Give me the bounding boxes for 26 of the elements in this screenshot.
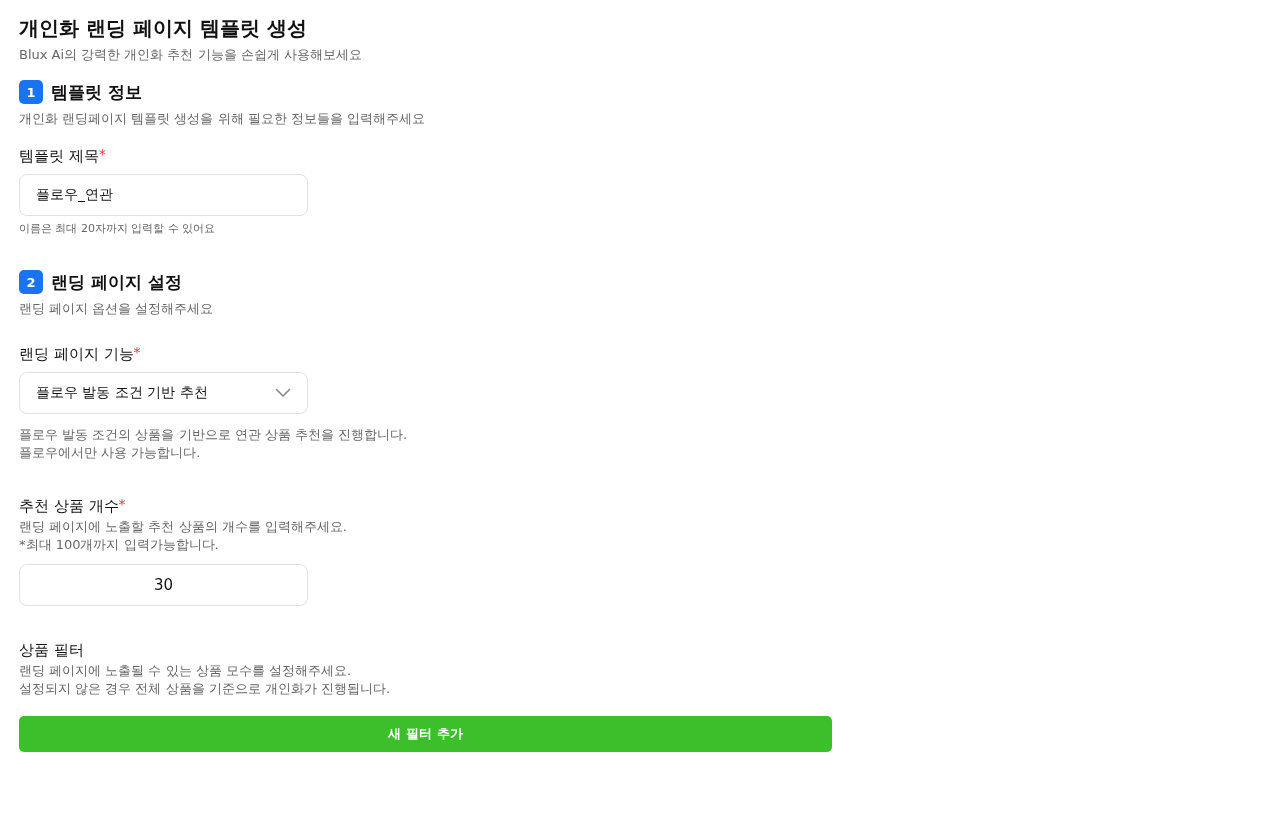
- field-description: 랜딩 페이지에 노출할 추천 상품의 개수를 입력해주세요.: [19, 518, 348, 536]
- dropdown-field[interactable]: 플로우 발동 조건 기반 추천: [19, 372, 308, 414]
- required-mark: *: [98, 146, 106, 162]
- field-label: 상품 필터: [19, 640, 84, 660]
- field-label: 랜딩 페이지 기능: [19, 344, 134, 364]
- field-label: 추천 상품 개수: [19, 496, 119, 516]
- input-field[interactable]: 플로우_연관: [19, 174, 308, 216]
- field-description: *최대 100개까지 입력가능합니다.: [19, 536, 220, 554]
- required-mark: *: [118, 496, 126, 512]
- chevron-down-icon: [275, 388, 291, 398]
- required-mark: *: [133, 344, 141, 360]
- field-description: 랜딩 페이지에 노출될 수 있는 상품 모수를 설정해주세요.: [19, 662, 353, 680]
- section-title: 랜딩 페이지 설정: [51, 270, 182, 294]
- step-number-badge: 2: [19, 270, 43, 294]
- page-subtitle: Blux Ai의 강력한 개인화 추천 기능을 손쉽게 사용해보세요: [19, 46, 363, 64]
- section-description: 개인화 랜딩페이지 템플릿 생성을 위해 필요한 정보들을 입력해주세요: [19, 110, 426, 128]
- number-input-field[interactable]: 30: [19, 564, 308, 606]
- step-number-badge: 1: [19, 80, 43, 104]
- helper-text: 플로우에서만 사용 가능합니다.: [19, 444, 202, 462]
- helper-text: 플로우 발동 조건의 상품을 기반으로 연관 상품 추천을 진행합니다.: [19, 426, 409, 444]
- helper-text: 이름은 최대 20자까지 입력할 수 있어요: [19, 221, 217, 237]
- field-description: 설정되지 않은 경우 전체 상품을 기준으로 개인화가 진행됩니다.: [19, 680, 392, 698]
- section-description: 랜딩 페이지 옵션을 설정해주세요: [19, 300, 215, 318]
- field-label: 템플릿 제목: [19, 146, 99, 166]
- page-title: 개인화 랜딩 페이지 템플릿 생성: [19, 15, 308, 42]
- section-title: 템플릿 정보: [51, 80, 142, 104]
